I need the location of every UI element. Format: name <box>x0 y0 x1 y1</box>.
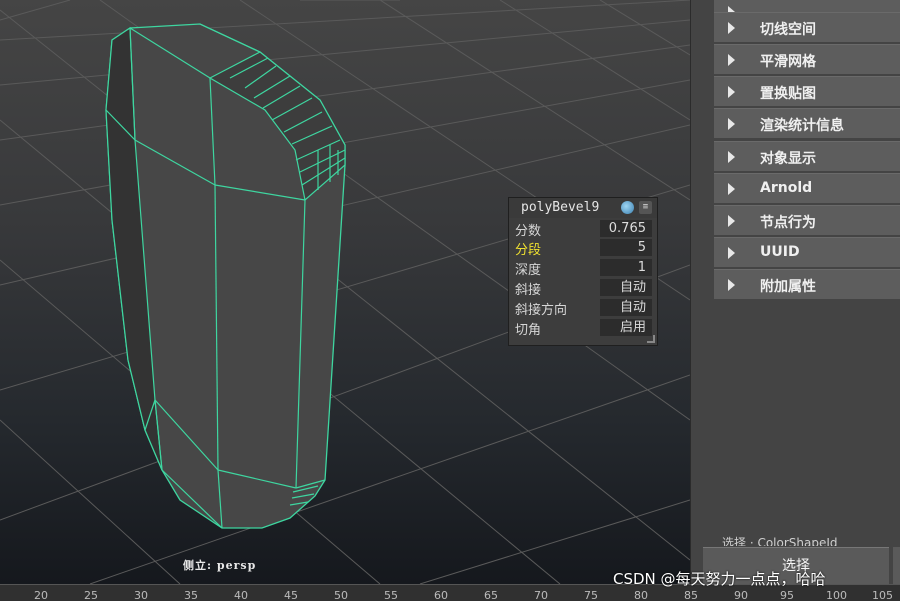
node-name-label: 选择 · ColorShapeId <box>722 536 838 546</box>
attr-label: 斜接 <box>515 283 542 298</box>
resize-grip-icon[interactable] <box>647 335 655 343</box>
section-render-stats[interactable]: 渲染统计信息 <box>714 108 900 138</box>
attr-row-fraction[interactable]: 分数 0.765 <box>509 219 657 239</box>
attr-value-field[interactable]: 自动 <box>600 279 652 296</box>
attr-row-segments[interactable]: 分段 5 <box>509 238 657 258</box>
frame-tick: 70 <box>534 589 548 601</box>
section-label: 节点行为 <box>760 215 816 231</box>
bevel-mesh[interactable] <box>105 23 346 529</box>
section-arnold[interactable]: Arnold <box>714 173 900 203</box>
section-label: 渲染统计信息 <box>760 118 844 134</box>
frame-tick: 50 <box>334 589 348 601</box>
section-label: 附加属性 <box>760 279 816 295</box>
section-uuid[interactable]: UUID <box>714 237 900 267</box>
camera-label: 侧立: persp <box>183 559 257 572</box>
channel-box-panel[interactable]: polyBevel9 ≡ 分数 0.765 分段 5 深度 1 斜接 自动 斜接… <box>508 197 658 346</box>
frame-tick: 40 <box>234 589 248 601</box>
frame-tick: 45 <box>284 589 298 601</box>
frame-tick: 65 <box>484 589 498 601</box>
section-label: 平滑网格 <box>760 54 816 70</box>
frame-tick: 85 <box>684 589 698 601</box>
node-title[interactable]: polyBevel9 <box>521 200 599 215</box>
attr-value-field[interactable]: 5 <box>600 239 652 256</box>
section-smooth-mesh[interactable]: 平滑网格 <box>714 44 900 74</box>
frame-tick: 80 <box>634 589 648 601</box>
attr-label: 切角 <box>515 323 542 338</box>
expand-arrow-icon <box>728 279 735 291</box>
section-extra-attributes[interactable]: 附加属性 <box>714 269 900 299</box>
watermark-text: CSDN @每天努力一点点，哈哈 <box>613 570 826 588</box>
frame-tick: 105 <box>872 589 893 601</box>
expand-arrow-icon <box>728 22 735 34</box>
channel-box-header: polyBevel9 ≡ <box>509 198 657 218</box>
frame-tick: 35 <box>184 589 198 601</box>
expand-arrow-icon <box>728 86 735 98</box>
frame-tick: 75 <box>584 589 598 601</box>
attr-row-depth[interactable]: 深度 1 <box>509 258 657 278</box>
frame-tick: 90 <box>734 589 748 601</box>
section-label: 切线空间 <box>760 22 816 38</box>
expand-arrow-icon <box>728 118 735 130</box>
attr-row-mitering[interactable]: 斜接 自动 <box>509 278 657 298</box>
section-node-behavior[interactable]: 节点行为 <box>714 205 900 235</box>
section-displacement-map[interactable]: 置换贴图 <box>714 76 900 106</box>
section-tangent-space[interactable]: 切线空间 <box>714 12 900 42</box>
expand-arrow-icon <box>728 215 735 227</box>
globe-icon[interactable] <box>621 201 634 214</box>
attr-row-chamfer[interactable]: 切角 启用 <box>509 318 657 338</box>
attr-row-miter-along[interactable]: 斜接方向 自动 <box>509 298 657 318</box>
frame-tick: 20 <box>34 589 48 601</box>
section-label: Arnold <box>760 180 813 196</box>
frame-tick: 30 <box>134 589 148 601</box>
frame-tick: 60 <box>434 589 448 601</box>
attr-label: 分数 <box>515 224 542 239</box>
attr-value-field[interactable]: 自动 <box>600 299 652 316</box>
attr-value-field[interactable]: 1 <box>600 259 652 276</box>
attr-value-field[interactable]: 0.765 <box>600 220 652 237</box>
attr-label: 斜接方向 <box>515 303 568 318</box>
attribute-editor: 切线空间 平滑网格 置换贴图 渲染统计信息 对象显示 Arnold 节点行为 U… <box>700 0 900 584</box>
frame-tick: 100 <box>826 589 847 601</box>
expand-arrow-icon <box>728 54 735 66</box>
next-button-partial[interactable] <box>893 547 900 584</box>
frame-tick: 55 <box>384 589 398 601</box>
section-label: UUID <box>760 244 800 260</box>
expand-arrow-icon <box>728 151 735 163</box>
frame-tick: 95 <box>780 589 794 601</box>
frame-tick: 25 <box>84 589 98 601</box>
section-label: 置换贴图 <box>760 86 816 102</box>
menu-icon[interactable]: ≡ <box>639 201 652 214</box>
expand-arrow-icon <box>728 247 735 259</box>
attr-label: 分段 <box>515 243 542 258</box>
section-object-display[interactable]: 对象显示 <box>714 141 900 171</box>
expand-arrow-icon <box>728 183 735 195</box>
attr-value-field[interactable]: 启用 <box>600 319 652 336</box>
section-label: 对象显示 <box>760 151 816 167</box>
attr-label: 深度 <box>515 263 542 278</box>
